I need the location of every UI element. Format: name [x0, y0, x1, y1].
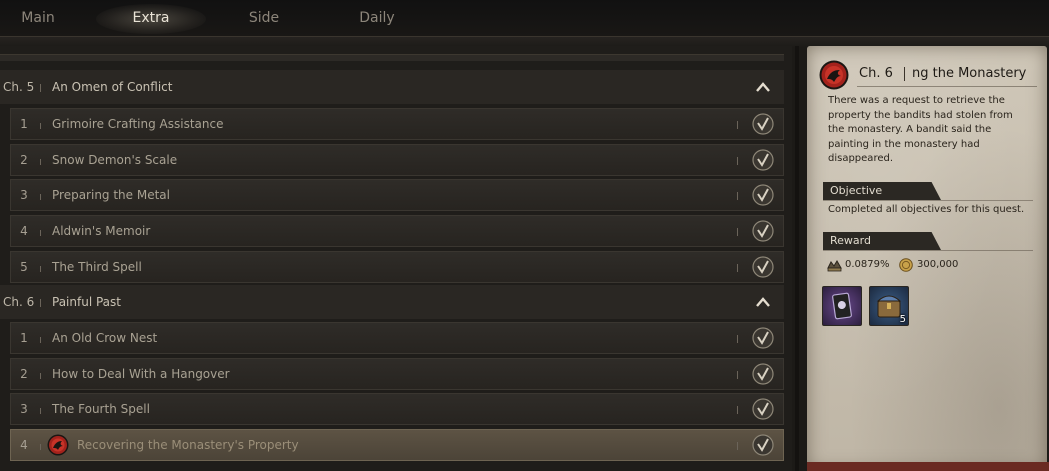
- quest-description: There was a request to retrieve the prop…: [828, 95, 1013, 165]
- detail-quest-title: ng the Monastery: [912, 66, 1027, 81]
- quest-title: The Third Spell: [52, 260, 142, 274]
- reward-item-slot[interactable]: [822, 286, 862, 326]
- reward-underline: [823, 250, 1033, 251]
- collapse-chevron-icon[interactable]: [755, 295, 771, 309]
- quest-row[interactable]: 3 The Fourth Spell: [10, 393, 784, 425]
- completed-check-icon: [752, 363, 774, 385]
- quest-divider: [737, 335, 738, 343]
- quest-divider: [737, 121, 738, 129]
- quest-divider: [737, 406, 738, 414]
- list-top-divider: [0, 54, 784, 61]
- quest-title: Recovering the Monastery's Property: [77, 438, 299, 452]
- completed-check-icon: [752, 256, 774, 278]
- quest-list[interactable]: Ch. 5 An Omen of Conflict 1 Grimoire Cra…: [0, 46, 792, 471]
- objective-label: Objective: [830, 184, 883, 197]
- chapter-header-ch5[interactable]: Ch. 5 An Omen of Conflict: [0, 70, 784, 104]
- quest-detail-panel: Ch. 6 ng the Monastery There was a reque…: [807, 46, 1047, 471]
- category-tab-bar: Main Extra Side Daily: [0, 0, 1049, 36]
- quest-row[interactable]: 4 Aldwin's Memoir: [10, 215, 784, 247]
- crow-quest-icon: [47, 434, 69, 456]
- quest-number: 3: [20, 402, 28, 416]
- chapter-divider: [40, 84, 41, 92]
- quest-title: Grimoire Crafting Assistance: [52, 117, 224, 131]
- quest-divider: [40, 123, 41, 129]
- quest-divider: [40, 230, 41, 236]
- reward-exp-value: 0.0879%: [845, 259, 890, 270]
- quest-row-selected[interactable]: 4 Recovering the Monastery's Property: [10, 429, 784, 461]
- objective-banner: Objective: [823, 182, 941, 200]
- objective-underline: [823, 200, 1033, 201]
- reward-banner: Reward: [823, 232, 941, 250]
- tab-main[interactable]: Main: [8, 0, 68, 36]
- panel-bottom-trim: [807, 462, 1049, 471]
- quest-divider: [40, 194, 41, 200]
- quest-title: Snow Demon's Scale: [52, 153, 178, 167]
- quest-number: 5: [20, 260, 28, 274]
- reward-item-slot[interactable]: 5: [869, 286, 909, 326]
- quest-number: 1: [20, 117, 28, 131]
- tab-extra[interactable]: Extra: [116, 0, 186, 36]
- quest-title: Preparing the Metal: [52, 188, 170, 202]
- completed-check-icon: [752, 149, 774, 171]
- quest-list-scrollbar[interactable]: [795, 46, 799, 471]
- quest-number: 4: [20, 438, 28, 452]
- quest-title: How to Deal With a Hangover: [52, 367, 230, 381]
- quest-number: 1: [20, 331, 28, 345]
- quest-row[interactable]: 3 Preparing the Metal: [10, 179, 784, 211]
- quest-divider: [40, 444, 41, 450]
- chapter-number: Ch. 5: [3, 80, 35, 94]
- quest-number: 4: [20, 224, 28, 238]
- card-item-icon: [832, 292, 852, 320]
- chapter-number: Ch. 6: [3, 295, 35, 309]
- quest-divider: [40, 159, 41, 165]
- quest-divider: [40, 373, 41, 379]
- quest-divider: [40, 408, 41, 414]
- objective-text: Completed all objectives for this quest.: [828, 204, 1025, 215]
- completed-check-icon: [752, 434, 774, 456]
- detail-chapter-number: Ch. 6: [859, 66, 893, 81]
- collapse-chevron-icon[interactable]: [755, 80, 771, 94]
- quest-number: 3: [20, 188, 28, 202]
- quest-divider: [40, 337, 41, 343]
- exp-icon: [827, 260, 842, 272]
- quest-divider: [40, 266, 41, 272]
- completed-check-icon: [752, 327, 774, 349]
- quest-row[interactable]: 2 How to Deal With a Hangover: [10, 358, 784, 390]
- quest-number: 2: [20, 153, 28, 167]
- gold-coin-icon: [899, 258, 913, 272]
- chapter-header-ch6[interactable]: Ch. 6 Painful Past: [0, 285, 784, 319]
- quest-divider: [737, 157, 738, 165]
- quest-divider: [737, 371, 738, 379]
- quest-title: An Old Crow Nest: [52, 331, 158, 345]
- quest-row[interactable]: 2 Snow Demon's Scale: [10, 144, 784, 176]
- completed-check-icon: [752, 113, 774, 135]
- quest-title: Aldwin's Memoir: [52, 224, 151, 238]
- detail-title-divider: [904, 67, 905, 81]
- item-count: 5: [899, 314, 906, 325]
- completed-check-icon: [752, 184, 774, 206]
- detail-title-underline: [857, 86, 1037, 87]
- chapter-title: Painful Past: [52, 295, 121, 309]
- completed-check-icon: [752, 220, 774, 242]
- quest-title: The Fourth Spell: [52, 402, 150, 416]
- quest-row[interactable]: 1 An Old Crow Nest: [10, 322, 784, 354]
- tab-side[interactable]: Side: [234, 0, 294, 36]
- quest-divider: [737, 442, 738, 450]
- completed-check-icon: [752, 398, 774, 420]
- reward-label: Reward: [830, 234, 871, 247]
- chapter-title: An Omen of Conflict: [52, 80, 173, 94]
- quest-divider: [737, 264, 738, 272]
- crow-quest-icon: [819, 60, 849, 90]
- quest-row[interactable]: 5 The Third Spell: [10, 251, 784, 283]
- tab-daily[interactable]: Daily: [346, 0, 408, 36]
- quest-divider: [737, 192, 738, 200]
- quest-row[interactable]: 1 Grimoire Crafting Assistance: [10, 108, 784, 140]
- reward-gold-value: 300,000: [917, 259, 959, 270]
- quest-divider: [737, 228, 738, 236]
- chapter-divider: [40, 299, 41, 307]
- quest-number: 2: [20, 367, 28, 381]
